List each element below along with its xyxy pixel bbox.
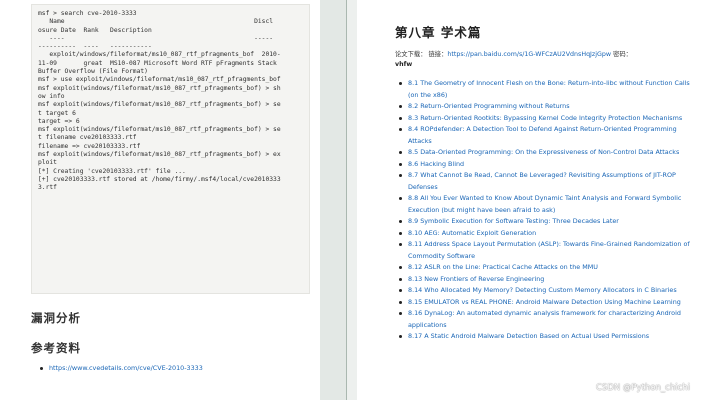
code-line: filename => cve20103333.rtf — [38, 142, 141, 150]
paper-link[interactable]: 8.16 DynaLog: An automated dynamic analy… — [408, 309, 681, 329]
right-page: 第八章 学术篇 论文下载： 链接：https://pan.baidu.com/s… — [357, 0, 703, 400]
paper-link[interactable]: 8.2 Return-Oriented Programming without … — [408, 102, 570, 110]
paper-list-item: 8.15 EMULATOR vs REAL PHONE: Android Mal… — [395, 297, 695, 309]
bullet-icon — [40, 367, 43, 370]
paper-list-item: 8.1 The Geometry of Innocent Flesh on th… — [395, 78, 695, 101]
paper-list-item: 8.5 Data-Oriented Programming: On the Ex… — [395, 147, 695, 159]
paper-list-item: 8.12 ASLR on the Line: Practical Cache A… — [395, 262, 695, 274]
code-line: t target 6 — [38, 109, 76, 117]
code-line: 11-09 great MS10-087 Microsoft Word RTF … — [38, 59, 277, 67]
watermark: CSDN @Python_chichi — [596, 383, 690, 393]
bullet-icon — [399, 312, 402, 315]
paper-link[interactable]: 8.10 AEG: Automatic Exploit Generation — [408, 229, 536, 237]
download-info: 论文下载： 链接：https://pan.baidu.com/s/1G-WFCz… — [395, 50, 695, 69]
code-line: ---------- ---- ----------- — [38, 43, 152, 51]
paper-list-item: 8.10 AEG: Automatic Exploit Generation — [395, 228, 695, 240]
paper-list-item: 8.9 Symbolic Execution for Software Test… — [395, 216, 695, 228]
paper-link[interactable]: 8.12 ASLR on the Line: Practical Cache A… — [408, 263, 598, 271]
code-line: msf exploit(windows/fileformat/ms10_087_… — [38, 151, 281, 159]
bullet-icon — [399, 197, 402, 200]
paper-link[interactable]: 8.5 Data-Oriented Programming: On the Ex… — [408, 148, 679, 156]
code-line: [*] Creating 'cve20103333.rtf' file ... — [38, 167, 186, 175]
reference-list: https://www.cvedetails.com/cve/CVE-2010-… — [31, 364, 203, 373]
paper-list-item: 8.4 ROPdefender: A Detection Tool to Def… — [395, 124, 695, 147]
paper-link[interactable]: 8.9 Symbolic Execution for Software Test… — [408, 217, 619, 225]
code-line: msf > search cve-2010-3333 — [38, 10, 137, 17]
bullet-icon — [399, 289, 402, 292]
bullet-icon — [399, 105, 402, 108]
code-block: msf > search cve-2010-3333 Name Discl osu… — [31, 4, 310, 294]
left-page: msf > search cve-2010-3333 Name Discl osu… — [0, 0, 320, 400]
code-line: msf > use exploit/windows/fileformat/ms1… — [38, 76, 281, 84]
bullet-icon — [399, 174, 402, 177]
code-line: ploit — [38, 159, 57, 167]
code-line: Buffer Overflow (File Format) — [38, 68, 148, 76]
paper-list-item: 8.6 Hacking Blind — [395, 159, 695, 171]
references-heading: 参考资料 — [31, 341, 81, 355]
paper-list-item: 8.13 New Frontiers of Reverse Engineerin… — [395, 274, 695, 286]
code-line: 3.rtf — [38, 184, 57, 192]
chapter-title: 第八章 学术篇 — [395, 25, 482, 40]
paper-list-item: 8.8 All You Ever Wanted to Know About Dy… — [395, 193, 695, 216]
download-link[interactable]: https://pan.baidu.com/s/1G-WFCzAU2VdnsHq… — [447, 51, 611, 58]
paper-link[interactable]: 8.7 What Cannot Be Read, Cannot Be Lever… — [408, 171, 676, 191]
bullet-icon — [399, 116, 402, 120]
paper-list-item: 8.16 DynaLog: An automated dynamic analy… — [395, 308, 695, 331]
code-line: msf exploit(windows/fileformat/ms10_087_… — [38, 126, 281, 134]
paper-list-item: 8.11 Address Space Layout Permutation (A… — [395, 239, 695, 262]
code-line: target => 6 — [38, 117, 80, 125]
download-label: 论文下载： 链接： — [395, 51, 448, 58]
paper-link[interactable]: 8.3 Return-Oriented Rootkits: Bypassing … — [408, 114, 682, 122]
bullet-icon — [399, 128, 402, 131]
reference-link[interactable]: https://www.cvedetails.com/cve/CVE-2010-… — [49, 364, 203, 373]
password-value: vhfw — [395, 60, 413, 68]
code-line: msf exploit(windows/fileformat/ms10_087_… — [38, 84, 281, 92]
bullet-icon — [399, 266, 402, 269]
code-line: [+] cve20103333.rtf stored at /home/firm… — [38, 175, 281, 183]
code-line: Name Discl — [38, 18, 274, 26]
reference-item: https://www.cvedetails.com/cve/CVE-2010-… — [31, 364, 203, 373]
paper-link[interactable]: 8.17 A Static Android Malware Detection … — [408, 332, 649, 340]
paper-list-item: 8.17 A Static Android Malware Detection … — [395, 331, 695, 343]
vuln-analysis-heading: 漏洞分析 — [31, 311, 81, 325]
paper-link[interactable]: 8.15 EMULATOR vs REAL PHONE: Android Mal… — [408, 298, 681, 306]
paper-list-item: 8.7 What Cannot Be Read, Cannot Be Lever… — [395, 170, 695, 193]
paper-list-item: 8.14 Who Allocated My Memory? Detecting … — [395, 285, 695, 297]
paper-list-item: 8.2 Return-Oriented Programming without … — [395, 101, 695, 113]
page-divider — [346, 0, 347, 400]
paper-list: 8.1 The Geometry of Innocent Flesh on th… — [395, 78, 695, 343]
bullet-icon — [399, 151, 402, 154]
paper-link[interactable]: 8.6 Hacking Blind — [408, 160, 464, 168]
paper-list-item: 8.3 Return-Oriented Rootkits: Bypassing … — [395, 113, 695, 125]
bullet-icon — [399, 243, 402, 246]
paper-link[interactable]: 8.4 ROPdefender: A Detection Tool to Def… — [408, 125, 677, 145]
paper-link[interactable]: 8.8 All You Ever Wanted to Know About Dy… — [408, 194, 681, 214]
page-gutter — [320, 0, 347, 400]
bullet-icon — [399, 220, 402, 223]
code-line: msf exploit(windows/fileformat/ms10_087_… — [38, 101, 281, 109]
code-line: ow info — [38, 92, 65, 100]
password-label: 密码： — [613, 51, 632, 58]
paper-link[interactable]: 8.14 Who Allocated My Memory? Detecting … — [408, 286, 677, 294]
code-line: osure Date Rank Description — [38, 26, 152, 34]
bullet-icon — [399, 231, 402, 235]
bullet-icon — [399, 162, 402, 166]
bullet-icon — [399, 277, 402, 281]
paper-link[interactable]: 8.1 The Geometry of Innocent Flesh on th… — [408, 79, 690, 99]
code-line: t filename cve20103333.rtf — [38, 134, 137, 142]
code-line: exploit/windows/fileformat/ms10_087_rtf_… — [38, 51, 281, 59]
bullet-icon — [399, 82, 402, 85]
paper-link[interactable]: 8.13 New Frontiers of Reverse Engineerin… — [408, 275, 544, 283]
bullet-icon — [399, 335, 402, 338]
paper-link[interactable]: 8.11 Address Space Layout Permutation (A… — [408, 240, 690, 260]
bullet-icon — [399, 300, 402, 304]
code-line: ---- ----- — [38, 34, 274, 42]
